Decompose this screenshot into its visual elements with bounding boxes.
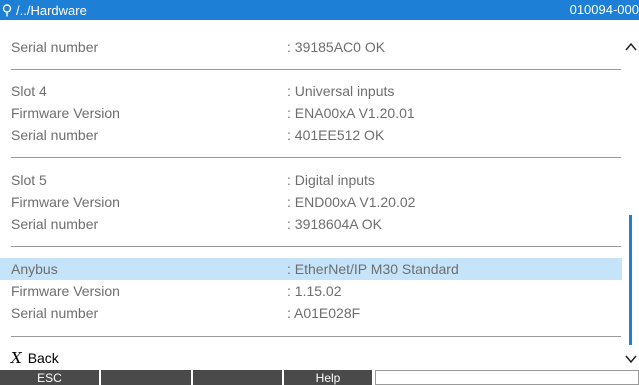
x-icon: X [11, 349, 22, 367]
row-label: Serial number [11, 127, 99, 143]
divider [11, 69, 621, 70]
softkey-3[interactable] [193, 370, 282, 385]
divider [11, 157, 621, 158]
softkey-help[interactable]: Help [284, 370, 372, 385]
row-label: Firmware Version [11, 283, 120, 299]
row-value: : Digital inputs [287, 172, 375, 188]
scrollbar-thumb[interactable] [629, 215, 632, 345]
row-value: : A01E028F [287, 305, 361, 321]
row-label: Firmware Version [11, 194, 120, 210]
list-item[interactable]: Serial number : A01E028F [0, 302, 622, 324]
chevron-up-icon[interactable] [624, 40, 638, 54]
softkey-5[interactable] [375, 370, 639, 385]
breadcrumb-path: /../Hardware [16, 2, 87, 18]
row-label: Slot 4 [11, 83, 47, 99]
divider [11, 246, 621, 247]
softkey-esc[interactable]: ESC [0, 370, 99, 385]
row-label: Serial number [11, 39, 99, 55]
list-item[interactable]: Serial number : 401EE512 OK [0, 124, 622, 146]
list-item[interactable]: Serial number : 3918604A OK [0, 213, 622, 235]
row-value: : ENA00xA V1.20.01 [287, 105, 415, 121]
hardware-list: Serial number : 39185AC0 OK Slot 4 : Uni… [0, 20, 622, 370]
row-label: Serial number [11, 216, 99, 232]
list-item[interactable]: Firmware Version : ENA00xA V1.20.01 [0, 102, 622, 124]
list-item[interactable]: Slot 4 : Universal inputs [0, 80, 622, 102]
row-label: Anybus [11, 261, 58, 277]
list-item[interactable]: Firmware Version : 1.15.02 [0, 280, 622, 302]
row-value: : 401EE512 OK [287, 127, 385, 143]
row-value: : 3918604A OK [287, 216, 382, 232]
divider [11, 336, 621, 337]
row-label: Firmware Version [11, 105, 120, 121]
breadcrumb: /../Hardware [0, 3, 87, 18]
list-item[interactable]: Firmware Version : END00xA V1.20.02 [0, 191, 622, 213]
title-bar: /../Hardware 010094-000 [0, 0, 639, 20]
row-value: : 39185AC0 OK [287, 39, 386, 55]
softkey-bar: ESC Help [0, 370, 639, 385]
row-label: Slot 5 [11, 172, 47, 188]
softkey-2[interactable] [101, 370, 191, 385]
row-label: Serial number [11, 305, 99, 321]
back-button[interactable]: X Back [11, 347, 59, 369]
row-value: : Universal inputs [287, 83, 395, 99]
list-item[interactable]: Serial number : 39185AC0 OK [0, 36, 622, 58]
list-item-selected[interactable]: Anybus : EtherNet/IP M30 Standard [0, 258, 622, 280]
scrollbar[interactable] [622, 20, 639, 370]
search-icon [2, 3, 12, 16]
row-value: : 1.15.02 [287, 283, 342, 299]
row-value: : EtherNet/IP M30 Standard [287, 261, 459, 277]
device-id: 010094-000 [569, 2, 639, 17]
row-value: : END00xA V1.20.02 [287, 194, 416, 210]
chevron-down-icon[interactable] [624, 352, 638, 366]
back-label: Back [27, 350, 59, 366]
list-item[interactable]: Slot 5 : Digital inputs [0, 169, 622, 191]
